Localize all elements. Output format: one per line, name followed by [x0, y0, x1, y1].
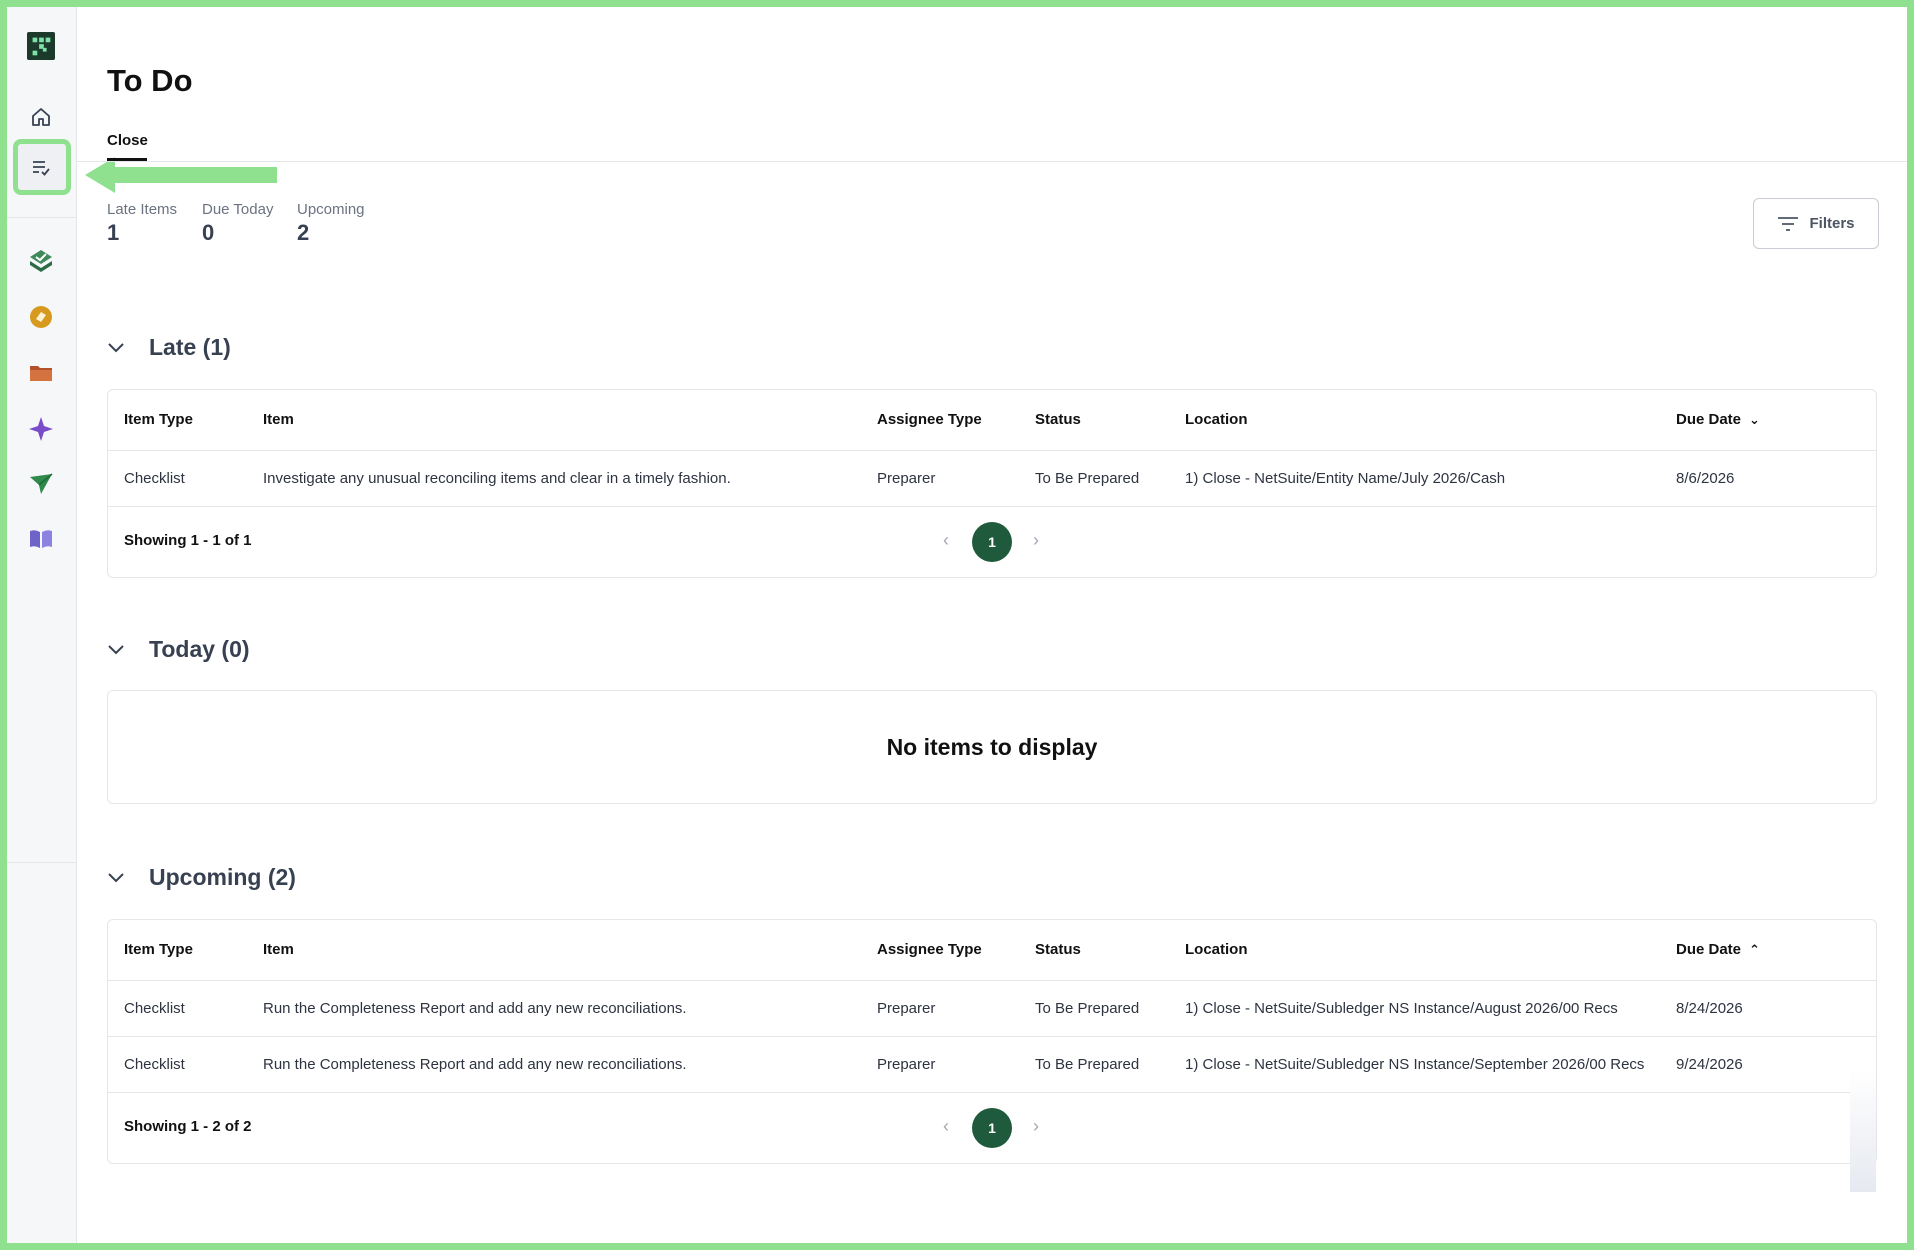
cell-status: To Be Prepared: [1019, 980, 1169, 1037]
cell-location: 1) Close - NetSuite/Entity Name/July 202…: [1169, 450, 1660, 507]
upcoming-table: Item Type Item Assignee Type Status Loca…: [108, 920, 1876, 1093]
cell-location: 1) Close - NetSuite/Subledger NS Instanc…: [1169, 980, 1660, 1037]
chevron-right-icon[interactable]: ›: [1033, 1116, 1039, 1137]
column-header-location[interactable]: Location: [1169, 390, 1660, 451]
stat-label: Due Today: [202, 201, 274, 218]
section-title: Today (0): [149, 636, 250, 662]
section-title: Upcoming (2): [149, 864, 296, 890]
showing-count: Showing 1 - 1 of 1: [124, 531, 252, 549]
cell-item-type: Checklist: [108, 450, 247, 507]
due-date-label: Due Date: [1676, 941, 1742, 959]
cell-assignee-type: Preparer: [861, 980, 1019, 1037]
book-icon[interactable]: [27, 525, 55, 553]
column-header-item-type[interactable]: Item Type: [108, 920, 247, 981]
link-icon[interactable]: [27, 303, 55, 331]
cell-location: 1) Close - NetSuite/Subledger NS Instanc…: [1169, 1036, 1660, 1093]
column-header-assignee-type[interactable]: Assignee Type: [861, 920, 1019, 981]
sparkle-icon[interactable]: [27, 415, 55, 443]
stat-value: 1: [107, 220, 120, 245]
stat-value: 0: [202, 220, 215, 245]
stat-upcoming: Upcoming 2: [297, 201, 365, 246]
folder-icon[interactable]: [27, 359, 55, 387]
empty-state-message: No items to display: [886, 733, 1098, 760]
cell-item-type: Checklist: [108, 1036, 247, 1093]
table-header-row: Item Type Item Assignee Type Status Loca…: [108, 390, 1876, 451]
app-window: To Do Close Late Items 1 Due Today 0 Upc…: [7, 7, 1907, 1243]
stat-late-items: Late Items 1: [107, 201, 177, 246]
showing-count: Showing 1 - 2 of 2: [124, 1117, 252, 1135]
table-row[interactable]: Checklist Run the Completeness Report an…: [108, 980, 1876, 1037]
checkmark-layers-icon[interactable]: [27, 247, 55, 275]
column-header-item[interactable]: Item: [247, 390, 861, 451]
stat-label: Late Items: [107, 201, 178, 218]
column-header-location[interactable]: Location: [1169, 920, 1660, 981]
stat-label: Upcoming: [297, 201, 365, 218]
section-upcoming-toggle[interactable]: Upcoming (2): [95, 864, 296, 891]
late-table: Item Type Item Assignee Type Status Loca…: [108, 390, 1876, 507]
column-header-item[interactable]: Item: [247, 920, 861, 981]
home-icon[interactable]: [27, 103, 55, 131]
chevron-down-icon: [107, 342, 137, 354]
page-title: To Do: [107, 63, 193, 98]
page-number-button[interactable]: 1: [972, 521, 1012, 562]
chevron-down-icon: [107, 644, 137, 656]
cell-item[interactable]: Investigate any unusual reconciling item…: [247, 450, 861, 507]
late-table-card: Item Type Item Assignee Type Status Loca…: [107, 389, 1877, 578]
chevron-left-icon[interactable]: ‹: [943, 1116, 949, 1137]
todo-list-icon[interactable]: [27, 153, 55, 181]
column-header-assignee-type[interactable]: Assignee Type: [861, 390, 1019, 451]
today-table-card: No items to display: [107, 690, 1877, 804]
cell-item[interactable]: Run the Completeness Report and add any …: [247, 1036, 861, 1093]
sidebar-divider: [7, 862, 77, 863]
sidebar-divider: [7, 217, 77, 218]
chevron-left-icon[interactable]: ‹: [943, 530, 949, 551]
chevron-right-icon[interactable]: ›: [1033, 530, 1039, 551]
section-title: Late (1): [149, 334, 231, 360]
cell-assignee-type: Preparer: [861, 1036, 1019, 1093]
chevron-down-icon: [107, 872, 137, 884]
cell-assignee-type: Preparer: [861, 450, 1019, 507]
due-date-label: Due Date: [1676, 411, 1742, 429]
cell-status: To Be Prepared: [1019, 450, 1169, 507]
pagination: Showing 1 - 1 of 1 ‹ 1 ›: [108, 507, 1876, 577]
column-header-status[interactable]: Status: [1019, 390, 1169, 451]
app-logo-icon[interactable]: [27, 32, 55, 60]
send-icon[interactable]: [27, 470, 55, 498]
table-row[interactable]: Checklist Run the Completeness Report an…: [108, 1036, 1876, 1093]
filters-button[interactable]: Filters: [1753, 198, 1879, 249]
table-header-row: Item Type Item Assignee Type Status Loca…: [108, 920, 1876, 981]
section-today-toggle[interactable]: Today (0): [95, 636, 250, 663]
cell-item[interactable]: Run the Completeness Report and add any …: [247, 980, 861, 1037]
stat-value: 2: [297, 220, 310, 245]
filter-icon: [1778, 216, 1799, 231]
column-header-due-date[interactable]: Due Date ⌃: [1660, 920, 1876, 981]
page-number-button[interactable]: 1: [972, 1107, 1012, 1148]
pagination: Showing 1 - 2 of 2 ‹ 1 ›: [108, 1093, 1876, 1163]
chevron-up-icon: ⌃: [1749, 942, 1760, 958]
tab-close[interactable]: Close: [107, 132, 148, 149]
table-row[interactable]: Checklist Investigate any unusual reconc…: [108, 450, 1876, 507]
stat-due-today: Due Today 0: [202, 201, 273, 246]
sidebar: [7, 7, 77, 1243]
column-header-due-date[interactable]: Due Date ⌄: [1660, 390, 1876, 451]
scrollbar[interactable]: [1850, 1070, 1876, 1192]
cell-due-date: 9/24/2026: [1660, 1036, 1876, 1093]
tab-divider: [77, 161, 1907, 162]
filters-label: Filters: [1809, 215, 1855, 232]
cell-status: To Be Prepared: [1019, 1036, 1169, 1093]
cell-due-date: 8/6/2026: [1660, 450, 1876, 507]
cell-due-date: 8/24/2026: [1660, 980, 1876, 1037]
column-header-status[interactable]: Status: [1019, 920, 1169, 981]
upcoming-table-card: Item Type Item Assignee Type Status Loca…: [107, 919, 1877, 1192]
cell-item-type: Checklist: [108, 980, 247, 1037]
chevron-down-icon: ⌄: [1749, 412, 1760, 428]
column-header-item-type[interactable]: Item Type: [108, 390, 247, 451]
section-late-toggle[interactable]: Late (1): [95, 334, 231, 361]
